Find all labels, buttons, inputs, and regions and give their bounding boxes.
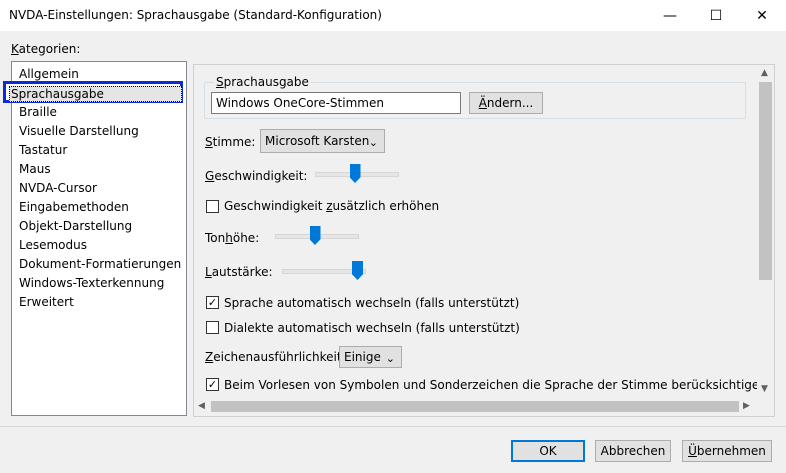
symbols-language-checkbox[interactable]: ✓ — [206, 378, 219, 391]
ok-button[interactable]: OK — [511, 440, 585, 462]
category-item-tastatur[interactable]: Tastatur — [19, 141, 67, 159]
rate-boost-label: Geschwindigkeit zusätzlich erhöhen — [224, 199, 440, 213]
category-item-objekt-darstellung[interactable]: Objekt-Darstellung — [19, 217, 132, 235]
punctuation-value: Einige — [344, 350, 381, 364]
scroll-up-icon[interactable]: ▲ — [761, 68, 768, 78]
minimize-button[interactable]: — — [647, 0, 693, 31]
chevron-down-icon: ⌄ — [368, 136, 378, 149]
horizontal-scrollbar[interactable]: ◀ ▶ — [194, 398, 757, 415]
close-button[interactable]: ✕ — [739, 0, 785, 31]
horizontal-scroll-thumb[interactable] — [211, 401, 739, 412]
punctuation-select[interactable]: Einige ⌄ — [339, 346, 402, 368]
category-item-eingabemethoden[interactable]: Eingabemethoden — [19, 198, 129, 216]
rate-label: Geschwindigkeit: — [205, 169, 308, 183]
categories-label: Kategorien: — [11, 42, 81, 56]
auto-language-label: Sprache automatisch wechseln (falls unte… — [224, 296, 520, 310]
cancel-button[interactable]: Abbrechen — [595, 440, 671, 462]
volume-slider-thumb[interactable] — [352, 261, 363, 280]
pitch-label: Tonhöhe: — [205, 231, 260, 245]
category-item-sprachausgabe[interactable]: Sprachausgabe — [9, 86, 182, 102]
auto-language-checkbox[interactable]: ✓ — [206, 296, 219, 309]
selection-highlight: Sprachausgabe — [3, 81, 183, 103]
category-item-erweitert[interactable]: Erweitert — [19, 293, 74, 311]
scroll-down-icon[interactable]: ▼ — [761, 384, 768, 394]
category-item-dokument-formatierungen[interactable]: Dokument-Formatierungen — [19, 255, 181, 273]
symbols-language-label: Beim Vorlesen von Symbolen und Sonderzei… — [224, 378, 767, 392]
voice-select[interactable]: Microsoft Karsten ⌄ — [260, 129, 385, 153]
rate-boost-checkbox[interactable] — [206, 200, 219, 213]
auto-dialect-label: Dialekte automatisch wechseln (falls unt… — [224, 321, 520, 335]
footer-divider — [0, 426, 786, 427]
maximize-icon: ☐ — [709, 7, 723, 24]
category-item-visuelle-darstellung[interactable]: Visuelle Darstellung — [19, 122, 139, 140]
category-item-maus[interactable]: Maus — [19, 160, 51, 178]
categories-list[interactable]: Allgemein Braille Visuelle Darstellung T… — [11, 61, 187, 416]
window-title: NVDA-Einstellungen: Sprachausgabe (Stand… — [9, 8, 382, 22]
pitch-slider-thumb[interactable] — [309, 226, 321, 245]
synth-name-field[interactable]: Windows OneCore-Stimmen — [211, 92, 461, 114]
maximize-button[interactable]: ☐ — [693, 0, 739, 31]
minimize-icon: — — [663, 7, 677, 24]
change-synth-button[interactable]: Ändern... — [469, 92, 543, 114]
rate-slider-thumb[interactable] — [349, 164, 361, 183]
volume-label: Lautstärke: — [205, 265, 273, 279]
punctuation-label: Zeichenausführlichkeit: — [205, 350, 346, 364]
voice-label: Stimme: — [205, 135, 256, 149]
category-item-braille[interactable]: Braille — [19, 103, 57, 121]
vertical-scroll-thumb[interactable] — [759, 82, 772, 280]
chevron-down-icon: ⌄ — [385, 352, 395, 365]
auto-dialect-checkbox[interactable] — [206, 321, 219, 334]
scroll-right-icon[interactable]: ▶ — [743, 401, 750, 411]
category-item-windows-texterkennung[interactable]: Windows-Texterkennung — [19, 274, 164, 292]
synth-group-label: Sprachausgabe — [214, 75, 311, 89]
close-icon: ✕ — [756, 7, 768, 24]
voice-value: Microsoft Karsten — [265, 134, 370, 148]
apply-button[interactable]: Übernehmen — [682, 440, 772, 462]
settings-panel: Sprachausgabe Windows OneCore-Stimmen Än… — [193, 64, 775, 417]
category-item-lesemodus[interactable]: Lesemodus — [19, 236, 87, 254]
title-bar: NVDA-Einstellungen: Sprachausgabe (Stand… — [0, 0, 786, 31]
category-item-nvda-cursor[interactable]: NVDA-Cursor — [19, 179, 97, 197]
scroll-left-icon[interactable]: ◀ — [198, 401, 205, 411]
vertical-scrollbar[interactable]: ▲ ▼ — [757, 65, 774, 398]
